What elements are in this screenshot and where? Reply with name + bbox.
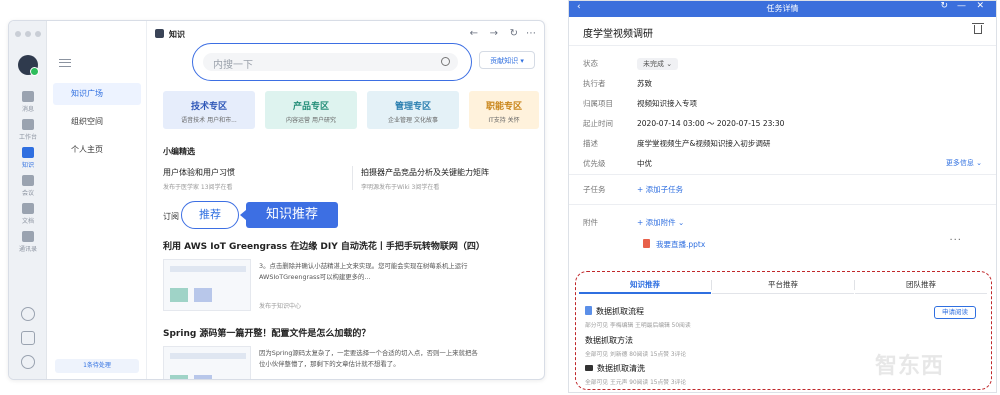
menu-icon[interactable] <box>59 59 71 67</box>
book-icon <box>155 29 164 38</box>
divider <box>569 174 996 175</box>
search-icon[interactable] <box>441 57 450 66</box>
pick-item[interactable]: 用户体验和用户习惯 发布于医学家 13阅学在看 <box>163 167 235 191</box>
rail-item-contacts[interactable]: 通讯录 <box>9 231 47 253</box>
add-subtask-button[interactable]: + 添加子任务 <box>637 184 683 195</box>
doc-icon <box>585 306 592 315</box>
task-detail-panel: ‹ 任务详情 ↻ — ✕ 度学堂视频调研 状态 未完成 ⌄ 执行者 苏致 归属项… <box>568 0 997 393</box>
trash-icon[interactable] <box>972 23 984 34</box>
list-item[interactable]: 数据抓取清洗 全部可见 王元声 90阅读 15点赞 3评论 <box>585 363 686 386</box>
tab-team-recommend[interactable]: 团队推荐 <box>855 276 987 294</box>
video-icon <box>22 175 34 186</box>
attachment-file[interactable]: 我要直播.pptx <box>643 239 705 250</box>
request-read-button[interactable]: 申请阅读 <box>934 306 976 319</box>
search-highlight: 内搜一下 <box>192 43 472 81</box>
divider <box>569 45 996 46</box>
doc-icon <box>22 203 34 214</box>
window-controls[interactable] <box>15 31 41 37</box>
knowledge-main: 知识 ← → ↻ ⋯ 内搜一下 贡献知识 ▾ 技术专区 语音技术 用户和市...… <box>147 21 544 379</box>
avatar[interactable] <box>18 55 39 76</box>
add-attachment-button[interactable]: + 添加附件 ⌄ <box>637 217 684 228</box>
rail-item-workbench[interactable]: 工作台 <box>9 119 47 141</box>
grid-icon <box>22 119 34 130</box>
rail-item-docs[interactable]: 文档 <box>9 203 47 225</box>
article-card[interactable]: Spring 源码第一篇开整！配置文件是怎么加载的？ 因为Spring源码太复杂… <box>163 326 543 379</box>
nav-item-org-space[interactable]: 组织空间 <box>53 111 141 133</box>
zone-tech[interactable]: 技术专区 语音技术 用户和市... <box>163 91 255 129</box>
more-icon[interactable]: ··· <box>949 235 962 246</box>
article-card[interactable]: 利用 AWS IoT Greengrass 在边缘 DIY 自动洗花丨手把手玩转… <box>163 239 543 311</box>
nav-item-square[interactable]: 知识广场 <box>53 83 141 105</box>
rail-item-meeting[interactable]: 会议 <box>9 175 47 197</box>
phone-icon[interactable] <box>21 307 35 321</box>
refresh-icon[interactable]: ↻ <box>940 1 948 11</box>
pick-item[interactable]: 拍摄器产品竞品分析及关键能力矩阵 李明源发布于Wiki 3阅学在看 <box>361 167 489 191</box>
tab-subscribe[interactable]: 订阅 <box>163 211 179 222</box>
back-icon[interactable]: ← <box>470 28 478 39</box>
rail-item-messages[interactable]: 消息 <box>9 91 47 113</box>
rail-item-knowledge[interactable]: 知识 <box>9 147 47 169</box>
knowledge-recommend-callout: 知识推荐 <box>240 202 338 228</box>
nav-item-profile[interactable]: 个人主页 <box>53 139 141 161</box>
more-icon[interactable] <box>21 355 35 369</box>
tab-knowledge-recommend[interactable]: 知识推荐 <box>579 276 711 294</box>
contacts-icon <box>22 231 34 242</box>
status-dropdown[interactable]: 未完成 ⌄ <box>637 58 679 70</box>
tab-recommend[interactable]: 推荐 <box>181 201 239 229</box>
zone-management[interactable]: 管理专区 企业管理 文化故事 <box>367 91 459 129</box>
refresh-icon[interactable]: ↻ <box>510 28 518 39</box>
panel-header: ‹ 任务详情 ↻ — ✕ <box>569 1 996 17</box>
book-icon <box>22 147 34 158</box>
picks-heading: 小编精选 <box>163 147 195 156</box>
zone-function[interactable]: 职能专区 IT支持 关怀 <box>469 91 539 129</box>
ppt-icon <box>643 239 650 248</box>
divider <box>569 204 996 205</box>
more-icon[interactable]: ⋯ <box>526 28 536 39</box>
contribute-button[interactable]: 贡献知识 ▾ <box>479 51 535 69</box>
video-icon <box>585 365 593 371</box>
article-thumbnail <box>163 259 251 311</box>
divider <box>352 166 353 190</box>
chat-icon <box>22 91 34 102</box>
inbox-icon[interactable] <box>21 331 35 345</box>
watermark: 智东西 <box>875 354 945 379</box>
knowledge-nav: 知识广场 组织空间 个人主页 1条待处理 <box>47 21 147 379</box>
window-title: 知识 <box>155 29 185 40</box>
minimize-icon[interactable]: — <box>957 1 966 11</box>
article-thumbnail <box>163 346 251 379</box>
knowledge-app-window: 消息 工作台 知识 会议 文档 通讯录 知识广场 组织空间 个人主页 1条待处理… <box>8 20 545 380</box>
more-info-toggle[interactable]: 更多信息 ⌄ <box>946 158 982 168</box>
zone-product[interactable]: 产品专区 内容运营 用户研究 <box>265 91 357 129</box>
search-input[interactable]: 内搜一下 <box>203 53 458 71</box>
close-icon[interactable]: ✕ <box>976 1 984 11</box>
pending-badge[interactable]: 1条待处理 <box>55 359 139 373</box>
forward-icon[interactable]: → <box>490 28 498 39</box>
tab-platform-recommend[interactable]: 平台推荐 <box>712 276 854 294</box>
app-rail: 消息 工作台 知识 会议 文档 通讯录 <box>9 21 47 379</box>
list-item[interactable]: 数据抓取方法 全部可见 刘新德 80阅读 15点赞 3评论 <box>585 335 686 358</box>
list-item[interactable]: 数据抓取流程 部分可见 李梅编辑 王明最后编辑 50阅读 <box>585 306 691 329</box>
task-title: 度学堂视频调研 <box>583 29 653 40</box>
